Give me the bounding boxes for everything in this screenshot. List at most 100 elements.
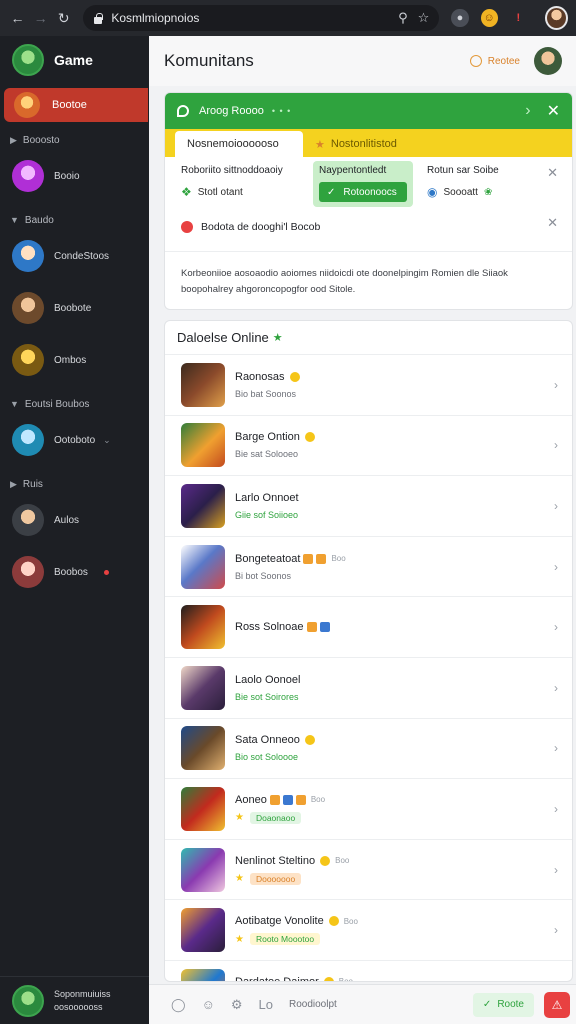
chevron-right-icon[interactable]: › [554,863,558,877]
game-subtitle: Bi bot Soonos [235,570,292,581]
sidebar-section[interactable]: ▼ Eoutsi Boubos [0,394,149,414]
star-icon: ★ [235,933,244,945]
game-row[interactable]: Laolo Oonoel Bie sot Soirores › [165,658,572,719]
emoji-extension-icon[interactable]: ☺ [480,9,498,27]
confirm-button[interactable]: ✓ Rotoonoocs [319,182,407,202]
sidebar-item[interactable]: Booio [0,150,149,202]
chevron-down-icon[interactable]: ⌄ [103,435,111,446]
close-icon[interactable]: ✕ [547,165,558,181]
game-name-line: Aotibatge Vonolite Boo [235,915,572,927]
header-badge[interactable]: Reotee [469,55,520,67]
extension-icon[interactable]: ● [451,9,469,27]
chevron-right-icon[interactable]: › [554,802,558,816]
sidebar-item-label: CondeStoos [54,250,110,262]
tab-label: Nosnemoioooooso [187,138,279,150]
option-column[interactable]: Rotun sar Soibe ◉ Soooatt ❀ [427,165,559,207]
sidebar-brand[interactable]: Game [0,36,149,84]
option-column-highlight[interactable]: Naypentontledt ✓ Rotoonoocs [313,161,413,207]
back-icon[interactable]: ← [8,8,27,28]
bookmark-star-icon[interactable]: ☆ [418,10,430,26]
game-name: Nenlinot Steltino [235,854,316,867]
settings-icon[interactable]: ⚙ [231,997,243,1013]
address-bar[interactable]: Kosmlmiopnoios ⚲ ☆ [83,5,440,31]
attach-icon[interactable]: ◯ [171,997,186,1013]
sidebar-section[interactable]: ▼ Baudo [0,210,149,230]
chevron-right-icon[interactable]: › [554,923,558,937]
chevron-right-icon[interactable]: › [554,499,558,513]
tab-primary[interactable]: Nosnemoioooooso [175,131,303,157]
notice-title: Aroog Roooo [199,105,264,117]
chevron-right-icon[interactable]: › [554,681,558,695]
game-row[interactable]: Nenlinot Steltino Boo ★ Dooooooo › [165,840,572,901]
sidebar-footer[interactable]: Soponmuiuiss oosoooooss [0,976,149,1024]
smile-emoji-icon [304,432,315,443]
game-icon [181,483,225,528]
chevron-right-icon[interactable]: › [554,378,558,392]
alert-text: Bodota de dooghi'l Bocob [201,221,321,233]
sidebar-item[interactable]: Ombos [0,334,149,386]
item-avatar [12,504,44,536]
game-status-pill: Doaonaoo [249,811,302,824]
search-icon[interactable]: ⚲ [398,10,408,26]
confirm-button-label: Rotoonoocs [343,186,397,198]
sidebar-item-active[interactable]: Bootoe [4,88,148,122]
item-avatar [12,556,44,588]
chevron-right-icon[interactable]: › [554,741,558,755]
star-icon: ★ [235,873,244,885]
alert-button[interactable]: ⚠ [544,991,570,1018]
game-name: Barge Ontion [235,431,300,444]
list-title: Daloelse Online [177,330,269,345]
game-row[interactable]: Raonosas Bio bat Soonos › [165,355,572,416]
game-row[interactable]: Aotibatge Vonolite Boo ★ Rooto Moootoo › [165,900,572,961]
section-label: Booosto [22,134,60,146]
game-sub-line: Bio sot Soloooe [235,752,572,762]
sidebar-item[interactable]: CondeStoos [0,230,149,282]
submit-button[interactable]: ✓ Roote [472,992,534,1017]
badge-icon [319,622,330,633]
game-row[interactable]: Aoneo Boo ★ Doaonaoo › [165,779,572,840]
close-icon[interactable]: ✕ [547,101,560,121]
game-list: Daloelse Online ★ Raonosas Bio bat Soonos… [164,320,573,982]
sidebar-section[interactable]: ▶ Booosto [0,130,149,150]
main-content: Komunitans Reotee Aroog Roooo • • • › ✕ … [149,36,576,1024]
game-text: Aotibatge Vonolite Boo ★ Rooto Moootoo [235,915,572,946]
badge-icon [303,553,314,564]
header-avatar[interactable] [534,47,562,75]
sidebar-item[interactable]: Boobote [0,282,149,334]
emoji-icon[interactable]: ☺ [202,997,215,1012]
smile-emoji-icon [320,855,331,866]
reload-icon[interactable]: ↻ [54,8,73,28]
game-row[interactable]: Larlo Onnoet Giie sof Soiioeo › [165,476,572,537]
sidebar-section[interactable]: ▶ Ruis [0,474,149,494]
sidebar-item[interactable]: Aulos [0,494,149,546]
game-icon [181,544,225,589]
option-column[interactable]: Roboriito sittnoddoaoiy ❖ Stotl otant [181,165,313,207]
sidebar-item-label: Bootoe [52,99,87,111]
profile-avatar[interactable] [544,6,568,30]
footer-line: Soponmuiuiss [54,988,111,999]
forward-icon[interactable]: → [31,8,50,28]
sidebar-item[interactable]: Boobos [0,546,149,598]
game-row[interactable]: Sata Onneoo Bio sot Soloooe › [165,719,572,780]
notification-extension-icon[interactable]: ! [510,9,527,27]
sidebar-item[interactable]: Ootoboto ⌄ [0,414,149,466]
chevron-right-icon[interactable]: › [554,560,558,574]
game-row[interactable]: Ross Solnoae › [165,597,572,658]
game-subtitle: Giie sof Soiioeo [235,509,299,520]
unread-dot [103,569,109,575]
close-icon[interactable]: ✕ [547,215,558,231]
option-sub: Soooatt [443,186,478,198]
chevron-right-icon[interactable]: › [554,438,558,452]
search-input[interactable]: Roodioolpt [289,999,473,1010]
chevron-right-icon[interactable]: › [525,102,530,120]
sidebar-item-label: Ootoboto [54,434,96,446]
game-name-line: Larlo Onnoet [235,492,572,504]
chevron-right-icon[interactable]: › [554,620,558,634]
game-row[interactable]: Bongeteatoat Boo Bi bot Soonos › [165,537,572,598]
tab-secondary[interactable]: ★ Nostonlitistod [303,131,409,157]
game-row[interactable]: Barge Ontion Bie sat Solooeo › [165,416,572,477]
game-row[interactable]: Dardatoe DaimorBoo★Stoooooo› [165,961,572,981]
sidebar-item-label: Ombos [54,354,87,366]
tab-label: Nostonlitistod [330,138,397,150]
game-text: Sata Onneoo Bio sot Soloooe [235,734,572,762]
